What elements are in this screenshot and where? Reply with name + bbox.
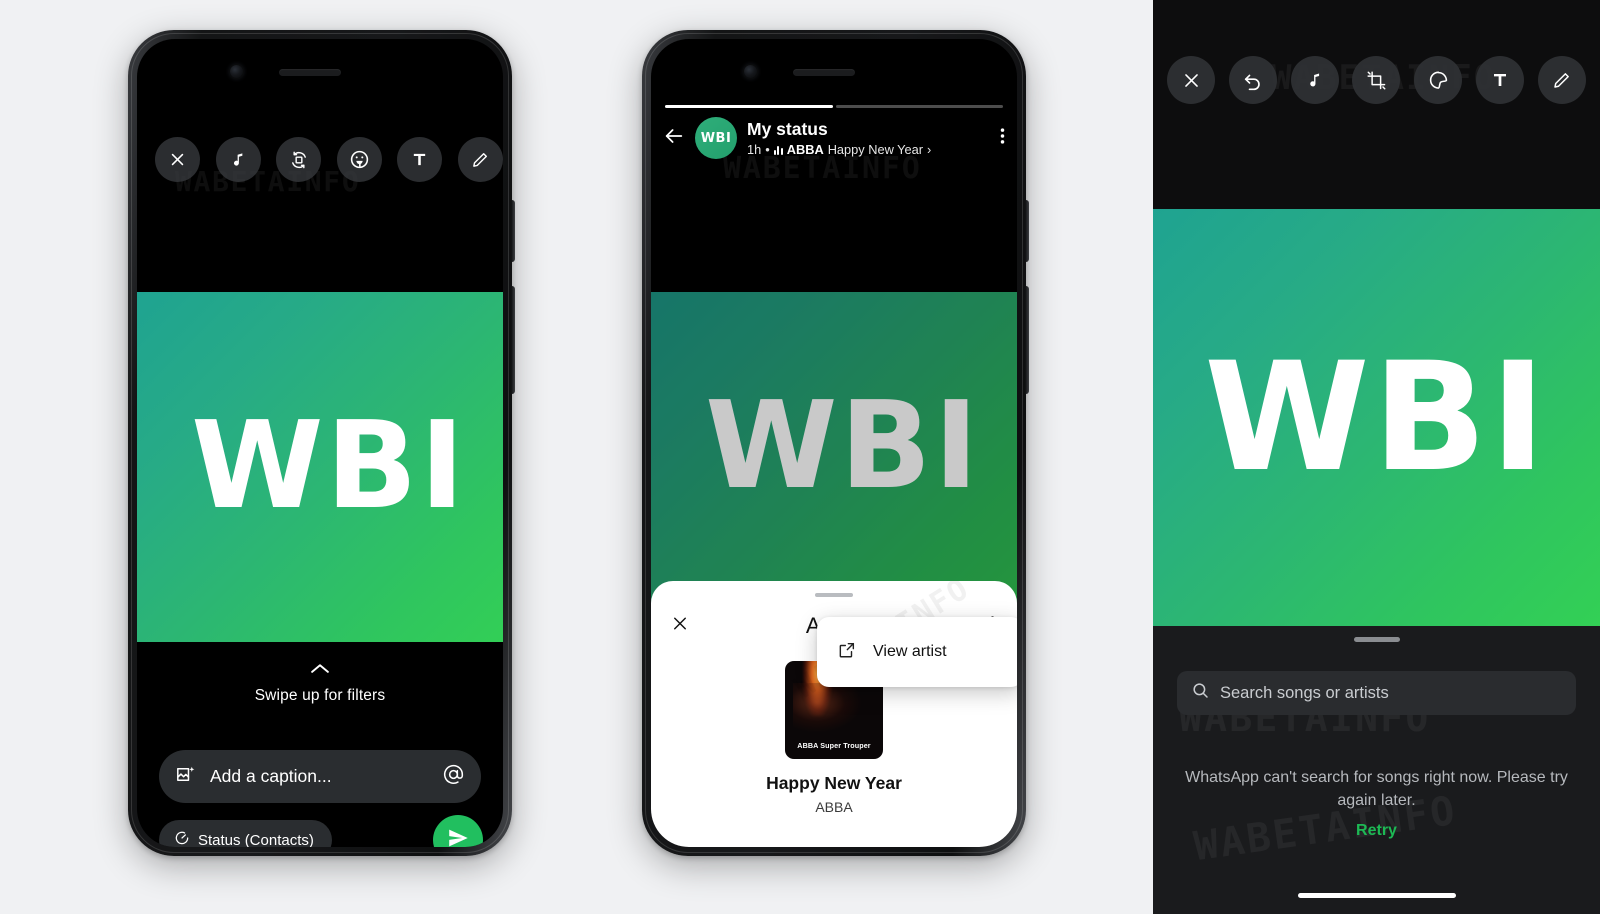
text-icon — [411, 151, 428, 168]
sticker-button[interactable] — [1414, 56, 1463, 104]
editor-toolbar — [1167, 56, 1586, 104]
status-header: WBI My status 1h • ABBA Happy New Year › — [651, 117, 1017, 159]
more-vertical-icon — [1000, 127, 1005, 150]
view-artist-menu[interactable]: View artist — [817, 617, 1017, 687]
volume-button[interactable] — [511, 200, 515, 262]
music-note-icon — [1305, 71, 1324, 90]
album-art-caption: ABBA Super Trouper — [797, 741, 871, 750]
album-art-glow-secondary — [792, 682, 862, 732]
subtitle-separator: • — [765, 142, 770, 157]
caption-input[interactable]: Add a caption... — [159, 750, 481, 803]
crop-button[interactable] — [1352, 56, 1401, 104]
crop-rotate-button[interactable] — [276, 137, 322, 182]
close-icon — [1182, 71, 1201, 90]
send-plane-icon — [447, 827, 469, 848]
music-note-icon — [229, 151, 247, 169]
phone-mockup-viewer: WABETAINFO WBI My status 1h • ABBA Happy… — [642, 30, 1029, 856]
phone2-screen: WABETAINFO WBI My status 1h • ABBA Happy… — [651, 39, 1017, 847]
composer-bottom-bar: Status (Contacts) — [159, 815, 483, 847]
view-artist-label: View artist — [873, 643, 947, 660]
undo-button[interactable] — [1228, 56, 1277, 104]
story-progress-bar — [665, 105, 1003, 108]
power-button[interactable] — [511, 286, 515, 394]
progress-segment — [665, 105, 833, 108]
status-header-text: My status 1h • ABBA Happy New Year › — [747, 119, 984, 157]
front-camera-icon — [744, 65, 757, 78]
caption-placeholder: Add a caption... — [210, 766, 332, 786]
draw-tool-button[interactable] — [457, 137, 503, 182]
phone1-screen: WABETAINFO WBI Swipe up for filters Add … — [137, 39, 503, 847]
add-music-button[interactable] — [215, 137, 261, 182]
sticker-icon — [349, 149, 370, 170]
chevron-up-icon — [137, 661, 503, 679]
track-artist-label: ABBA — [786, 142, 824, 157]
track-title: Happy New Year — [766, 773, 902, 793]
retry-button[interactable]: Retry — [1153, 822, 1600, 840]
status-time: 1h — [747, 142, 762, 157]
music-search-sheet: WABETAINFO WABETAINFO Search songs or ar… — [1153, 626, 1600, 914]
status-media-preview[interactable]: WBI — [1153, 209, 1600, 626]
sticker-button[interactable] — [336, 137, 382, 182]
send-button[interactable] — [433, 815, 483, 847]
close-icon — [169, 151, 186, 168]
sticker-icon — [1428, 70, 1449, 91]
undo-icon — [1242, 70, 1263, 91]
chevron-right-icon: › — [927, 142, 932, 157]
swipe-up-filters[interactable]: Swipe up for filters — [137, 661, 503, 705]
audio-bottom-sheet: Audio ABBA Super Trouper Happy New Year … — [651, 581, 1017, 847]
audience-chip[interactable]: Status (Contacts) — [159, 820, 332, 847]
crop-icon — [1366, 70, 1387, 91]
status-options-button[interactable] — [994, 126, 1005, 151]
earpiece-speaker — [279, 69, 341, 76]
add-music-button[interactable] — [1290, 56, 1339, 104]
track-song-label: Happy New Year — [827, 142, 924, 157]
close-button[interactable] — [155, 137, 200, 182]
media-logo-text: WBI — [1204, 330, 1549, 505]
back-arrow-icon — [663, 128, 685, 151]
status-owner-title: My status — [747, 119, 828, 139]
front-camera-icon — [230, 65, 243, 78]
phone-mockup-composer: WABETAINFO WBI Swipe up for filters Add … — [128, 30, 515, 856]
avatar[interactable]: WBI — [695, 117, 737, 159]
open-external-icon — [837, 640, 857, 665]
screenshot-canvas: WABETAINFO WBI Swipe up for filters Add … — [0, 0, 1600, 914]
track-artist: ABBA — [815, 799, 853, 815]
photo-sparkle-icon[interactable] — [175, 764, 196, 790]
empty-state-message: WhatsApp can't search for songs right no… — [1185, 769, 1568, 810]
search-placeholder: Search songs or artists — [1220, 683, 1389, 702]
text-tool-button[interactable] — [1476, 56, 1525, 104]
progress-segment — [835, 105, 1003, 108]
pencil-icon — [1552, 71, 1571, 90]
status-media[interactable]: WBI — [651, 292, 1017, 602]
text-icon — [1491, 71, 1509, 89]
composer-toolbar — [155, 137, 503, 182]
equalizer-icon — [773, 145, 783, 155]
draw-tool-button[interactable] — [1537, 56, 1586, 104]
media-logo-text: WBI — [705, 377, 981, 516]
status-media-preview[interactable]: WBI — [137, 292, 503, 642]
back-button[interactable] — [663, 125, 685, 152]
pencil-icon — [471, 151, 489, 169]
search-input[interactable]: Search songs or artists — [1177, 671, 1576, 715]
text-tool-button[interactable] — [397, 137, 443, 182]
close-button[interactable] — [1167, 56, 1215, 104]
sheet-drag-handle[interactable] — [1353, 637, 1400, 642]
status-ring-icon — [174, 830, 190, 847]
power-button[interactable] — [1025, 286, 1029, 394]
media-logo-text: WBI — [191, 397, 467, 536]
filters-hint-label: Swipe up for filters — [254, 687, 386, 704]
mention-at-icon[interactable] — [442, 763, 465, 791]
earpiece-speaker — [793, 69, 855, 76]
home-indicator[interactable] — [1297, 893, 1456, 898]
audience-chip-label: Status (Contacts) — [198, 831, 314, 848]
crop-rotate-icon — [289, 150, 309, 170]
close-icon — [671, 617, 689, 637]
volume-button[interactable] — [1025, 200, 1029, 262]
search-icon — [1191, 681, 1210, 705]
audio-sheet-close-button[interactable] — [671, 615, 689, 638]
music-picker-panel: WABETAINFO — [1153, 0, 1600, 914]
status-subtitle[interactable]: 1h • ABBA Happy New Year › — [747, 142, 984, 157]
